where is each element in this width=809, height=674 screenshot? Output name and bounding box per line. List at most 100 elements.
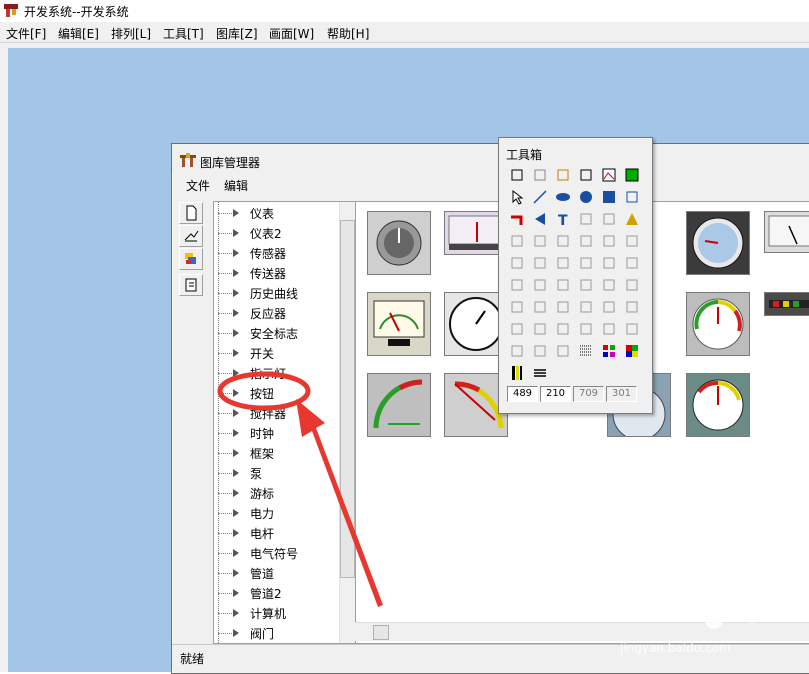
pointer-tool-button[interactable]: [507, 187, 527, 207]
group-tool-button[interactable]: [507, 275, 527, 295]
tree-item[interactable]: 开关: [214, 343, 338, 363]
ellipse-icon: [556, 193, 570, 201]
paste-tool-button[interactable]: [622, 253, 642, 273]
library-title-bar[interactable]: 图库管理器: [172, 144, 809, 172]
library-menu-file[interactable]: 文件: [186, 177, 210, 194]
gauge-thumbnail[interactable]: [686, 211, 750, 275]
tree-item[interactable]: 反应器: [214, 303, 338, 323]
gauge-thumbnail[interactable]: [764, 211, 809, 253]
library-menu-edit[interactable]: 编辑: [224, 177, 248, 194]
undo-tool-button[interactable]: [530, 253, 550, 273]
mirror-tool-button[interactable]: [622, 275, 642, 295]
polyline-tool-button[interactable]: [622, 187, 642, 207]
fork-tool-button[interactable]: [576, 297, 596, 317]
arrange-tool-button[interactable]: [599, 319, 619, 339]
coord-h-field[interactable]: 301: [606, 386, 637, 402]
tree-item[interactable]: 传感器: [214, 243, 338, 263]
circle-tool-button[interactable]: [576, 187, 596, 207]
ungroup-tool-button[interactable]: [530, 275, 550, 295]
hbar-tool-button[interactable]: [507, 319, 527, 339]
ungroup-icon: [534, 279, 546, 291]
new-tool-button[interactable]: [507, 165, 527, 185]
ruler-tool-button[interactable]: [507, 341, 527, 361]
gauge-thumbnail[interactable]: [367, 292, 431, 356]
new-button[interactable]: [179, 202, 203, 224]
save-as-tool-button[interactable]: [553, 165, 573, 185]
preview-scroll-thumb[interactable]: [373, 625, 389, 640]
tree-item[interactable]: 安全标志: [214, 323, 338, 343]
copy-tool-button[interactable]: [599, 253, 619, 273]
colored-dial-icon: [692, 298, 744, 350]
sector-tool-button[interactable]: [530, 209, 550, 229]
vdots-tool-button[interactable]: [553, 341, 573, 361]
line-style-tool-button[interactable]: [530, 363, 550, 383]
open-tool-button[interactable]: [530, 165, 550, 185]
library-color-button[interactable]: [179, 248, 203, 270]
pipe-tool-button[interactable]: [507, 209, 527, 229]
back-tool-button[interactable]: [599, 297, 619, 317]
line-tool-button[interactable]: [530, 187, 550, 207]
rotate-tool-button[interactable]: [599, 275, 619, 295]
tree-item[interactable]: 阀门: [214, 623, 338, 643]
align-tool-button[interactable]: [507, 253, 527, 273]
coord-w-field[interactable]: 709: [573, 386, 604, 402]
gauge-thumbnail[interactable]: [686, 373, 750, 437]
swap-tool-button[interactable]: [553, 275, 573, 295]
import-tool-button[interactable]: [530, 231, 550, 251]
tree-folder-icon: [233, 249, 239, 257]
menu-file[interactable]: 文件[F]: [6, 25, 46, 42]
palette-tool-button[interactable]: [599, 341, 619, 361]
text-tool-button[interactable]: T: [553, 209, 573, 229]
tree-item[interactable]: 仪表2: [214, 223, 338, 243]
import-button[interactable]: [179, 225, 203, 247]
ellipse-tool-button[interactable]: [553, 187, 573, 207]
grid-dots-tool-button[interactable]: [576, 341, 596, 361]
menu-screen[interactable]: 画面[W]: [269, 25, 314, 42]
cut-tool-button[interactable]: [576, 253, 596, 273]
save-tool-button[interactable]: [576, 165, 596, 185]
document-tool-button[interactable]: [507, 231, 527, 251]
menu-tools[interactable]: 工具[T]: [163, 25, 204, 42]
gauge-thumbnail[interactable]: [686, 292, 750, 356]
grid-tool-button[interactable]: [622, 319, 642, 339]
top-tool-button[interactable]: [507, 297, 527, 317]
tree-item[interactable]: 历史曲线: [214, 283, 338, 303]
control-tool-button[interactable]: [599, 231, 619, 251]
triangle-tool-button[interactable]: [622, 209, 642, 229]
tree-connector: [218, 353, 232, 354]
gauge-thumbnail[interactable]: [764, 292, 809, 316]
tree-connector: [218, 333, 232, 334]
flip-tool-button[interactable]: [576, 275, 596, 295]
vbar-tool-button[interactable]: [530, 319, 550, 339]
watermark-brand: Bai du 经验: [618, 596, 772, 627]
split-tool-button[interactable]: [553, 319, 573, 339]
picture-tool-button[interactable]: [599, 165, 619, 185]
export-button[interactable]: [179, 274, 203, 296]
menu-edit[interactable]: 编辑[E]: [58, 25, 99, 42]
menu-arrange[interactable]: 排列[L]: [111, 25, 151, 42]
gauge-thumbnail[interactable]: [367, 211, 431, 275]
distribute-tool-button[interactable]: [576, 319, 596, 339]
step-tool-button[interactable]: [553, 297, 573, 317]
tree-item[interactable]: 仪表: [214, 203, 338, 223]
front-tool-button[interactable]: [622, 297, 642, 317]
rectangle-tool-button[interactable]: [599, 187, 619, 207]
dotted-line-tool-button[interactable]: [530, 341, 550, 361]
rounded-rect-tool-button[interactable]: [576, 209, 596, 229]
menu-library[interactable]: 图库[Z]: [216, 25, 258, 42]
color-bar-tool-button[interactable]: [507, 363, 527, 383]
export-tool-button[interactable]: [553, 231, 573, 251]
color-grid-tool-button[interactable]: [622, 341, 642, 361]
coord-y-field[interactable]: 210: [540, 386, 571, 402]
menu-help[interactable]: 帮助[H]: [327, 25, 369, 42]
coord-x-field[interactable]: 489: [507, 386, 538, 402]
tree-item[interactable]: 传送器: [214, 263, 338, 283]
image-tool-button[interactable]: [622, 165, 642, 185]
link-tool-button[interactable]: [622, 231, 642, 251]
bitmap-tool-button[interactable]: [599, 209, 619, 229]
vbar-icon: [534, 323, 546, 335]
export-icon: [557, 235, 569, 247]
keyboard-tool-button[interactable]: [576, 231, 596, 251]
bottom-tool-button[interactable]: [530, 297, 550, 317]
redo-tool-button[interactable]: [553, 253, 573, 273]
